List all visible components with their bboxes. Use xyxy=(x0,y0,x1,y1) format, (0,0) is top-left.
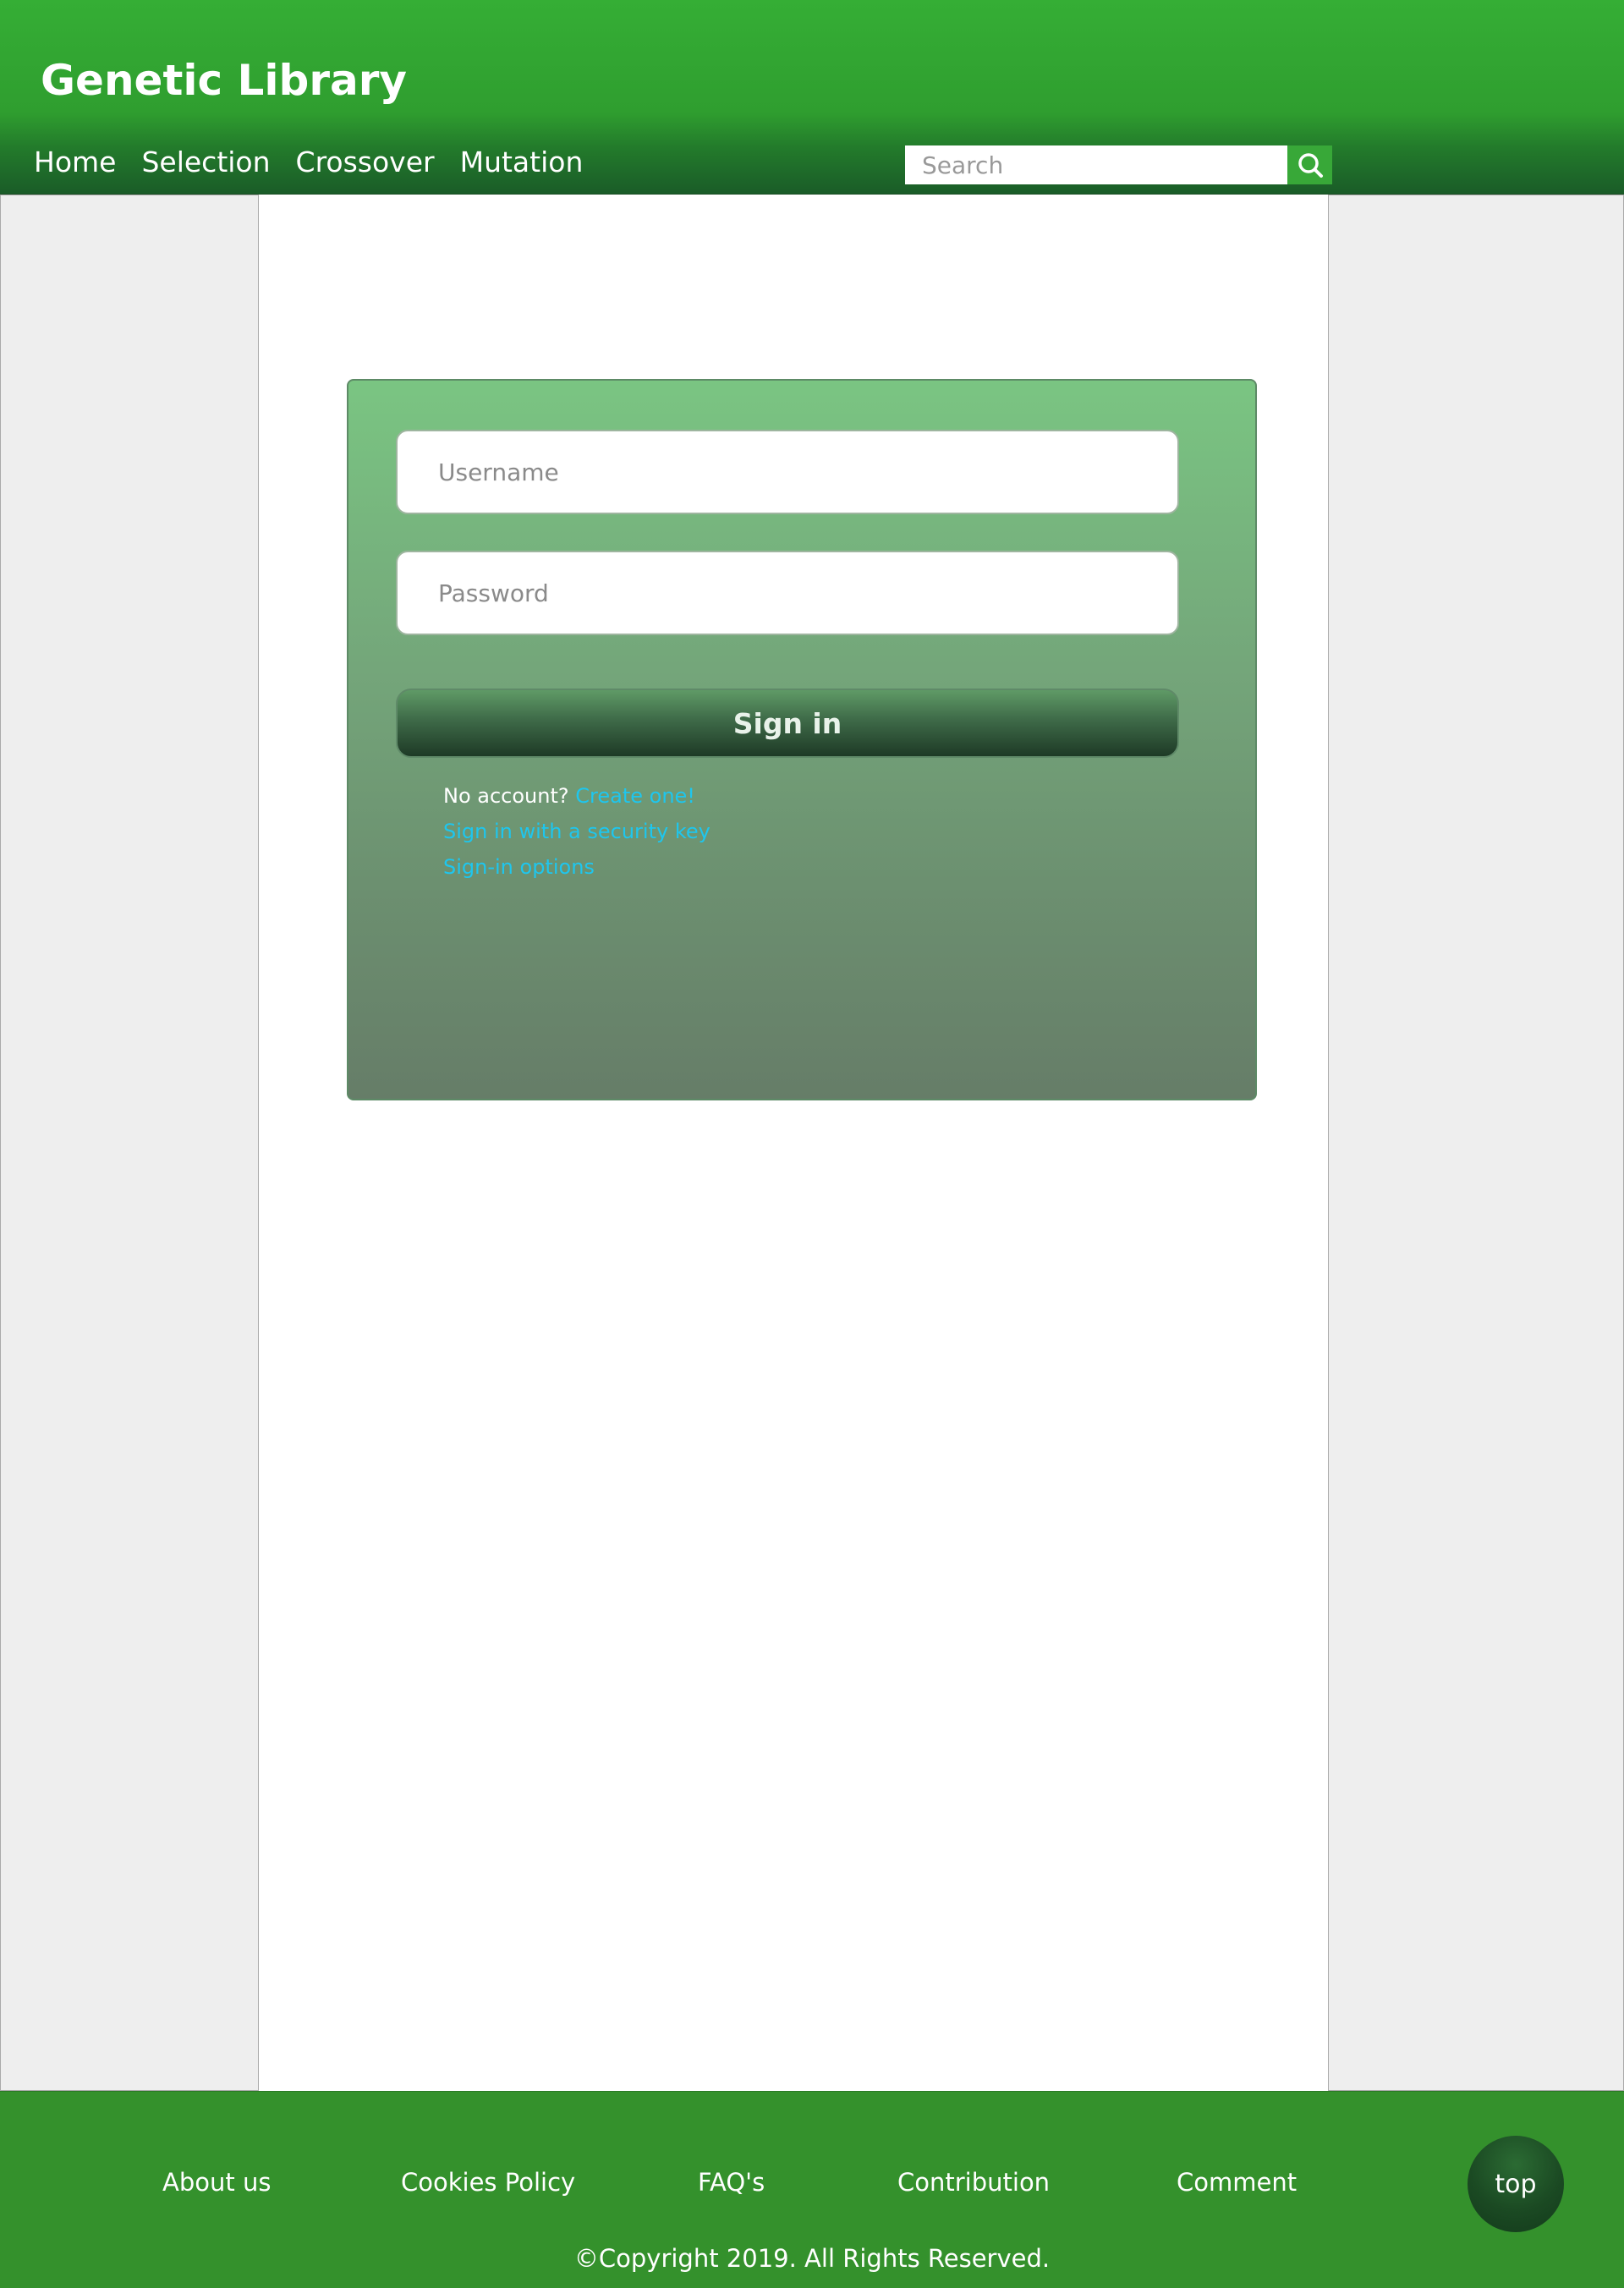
search-button[interactable] xyxy=(1287,145,1332,184)
password-field[interactable] xyxy=(396,551,1179,635)
security-key-row: Sign in with a security key xyxy=(443,814,710,849)
right-sidebar xyxy=(1328,195,1624,2091)
footer-comment[interactable]: Comment xyxy=(1177,2168,1297,2197)
sign-in-button[interactable]: Sign in xyxy=(396,689,1179,758)
search-icon xyxy=(1298,153,1323,178)
login-links: No account? Create one! Sign in with a s… xyxy=(443,778,710,885)
sign-in-options-link[interactable]: Sign-in options xyxy=(443,855,595,879)
no-account-text: No account? xyxy=(443,784,569,808)
nav-home[interactable]: Home xyxy=(34,148,116,176)
footer-faqs[interactable]: FAQ's xyxy=(698,2168,765,2197)
footer-contribution[interactable]: Contribution xyxy=(897,2168,1050,2197)
nav-crossover[interactable]: Crossover xyxy=(296,148,435,176)
search-bar xyxy=(905,145,1332,184)
login-form: Sign in No account? Create one! Sign in … xyxy=(347,379,1257,1100)
copyright-text: ©Copyright 2019. All Rights Reserved. xyxy=(573,2244,1051,2273)
site-title: Genetic Library xyxy=(41,56,407,105)
security-key-link[interactable]: Sign in with a security key xyxy=(443,820,710,843)
sign-in-options-row: Sign-in options xyxy=(443,849,710,885)
no-account-row: No account? Create one! xyxy=(443,778,710,814)
username-field[interactable] xyxy=(396,430,1179,514)
site-footer: About us Cookies Policy FAQ's Contributi… xyxy=(0,2091,1624,2288)
back-to-top-button[interactable]: top xyxy=(1468,2136,1564,2232)
main-nav: Home Selection Crossover Mutation xyxy=(34,148,583,176)
footer-cookies-policy[interactable]: Cookies Policy xyxy=(401,2168,575,2197)
site-header: Genetic Library Home Selection Crossover… xyxy=(0,0,1624,195)
nav-selection[interactable]: Selection xyxy=(141,148,270,176)
search-input[interactable] xyxy=(905,145,1287,184)
left-sidebar xyxy=(0,195,259,2091)
create-account-link[interactable]: Create one! xyxy=(575,784,695,808)
footer-about-us[interactable]: About us xyxy=(162,2168,271,2197)
nav-mutation[interactable]: Mutation xyxy=(460,148,584,176)
